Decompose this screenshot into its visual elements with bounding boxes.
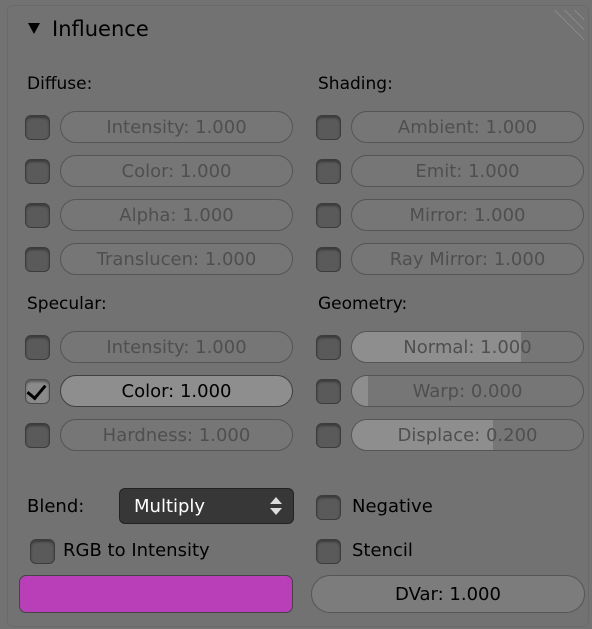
stencil-label: Stencil [352,540,413,561]
diffuse-alpha-field[interactable]: Alpha: 1.000 [60,199,293,231]
up-down-arrows-icon [269,497,283,515]
diffuse-alpha-value: Alpha: 1.000 [119,204,234,226]
geometry-normal-slider[interactable]: Normal: 1.000 [351,331,584,363]
drag-grip-icon[interactable] [552,10,584,42]
panel-title: Influence [52,17,149,41]
diffuse-intensity-field[interactable]: Intensity: 1.000 [60,111,293,143]
geometry-displace-checkbox[interactable] [316,423,341,448]
geometry-displace-slider[interactable]: Displace: 0.200 [351,419,584,451]
shading-ray-mirror-field[interactable]: Ray Mirror: 1.000 [351,243,584,275]
shading-ambient-value: Ambient: 1.000 [397,116,538,138]
specular-color-checkbox[interactable] [25,379,50,404]
specular-intensity-value: Intensity: 1.000 [106,336,247,358]
rgb-to-intensity-checkbox[interactable] [30,539,55,564]
geometry-warp-slider[interactable]: Warp: 0.000 [351,375,584,407]
blend-mode-select[interactable]: Multiply [119,488,294,524]
diffuse-color-field[interactable]: Color: 1.000 [60,155,293,187]
diffuse-intensity-checkbox[interactable] [25,115,50,140]
rgb-to-intensity-label: RGB to Intensity [63,540,210,561]
diffuse-translucency-checkbox[interactable] [25,247,50,272]
shading-ray-mirror-value: Ray Mirror: 1.000 [389,248,546,270]
geometry-label: Geometry: [318,294,408,314]
diffuse-intensity-value: Intensity: 1.000 [106,116,247,138]
shading-ambient-field[interactable]: Ambient: 1.000 [351,111,584,143]
diffuse-translucency-field[interactable]: Translucen: 1.000 [60,243,293,275]
shading-emit-checkbox[interactable] [316,159,341,184]
specular-hardness-field[interactable]: Hardness: 1.000 [60,419,293,451]
blend-mode-value: Multiply [134,495,206,517]
shading-mirror-value: Mirror: 1.000 [409,204,526,226]
panel-header[interactable]: Influence [8,6,588,52]
negative-label: Negative [352,496,433,517]
checkmark-icon [26,379,47,401]
specular-intensity-checkbox[interactable] [25,335,50,360]
stencil-checkbox[interactable] [316,539,341,564]
diffuse-color-value: Color: 1.000 [121,160,232,182]
specular-label: Specular: [27,294,107,314]
diffuse-translucency-value: Translucen: 1.000 [96,248,257,270]
shading-ray-mirror-checkbox[interactable] [316,247,341,272]
geometry-warp-checkbox[interactable] [316,379,341,404]
geometry-displace-value: Displace: 0.200 [397,424,538,446]
shading-emit-value: Emit: 1.000 [415,160,520,182]
shading-ambient-checkbox[interactable] [316,115,341,140]
specular-hardness-checkbox[interactable] [25,423,50,448]
diffuse-alpha-checkbox[interactable] [25,203,50,228]
color-swatch[interactable] [19,575,293,613]
specular-intensity-field[interactable]: Intensity: 1.000 [60,331,293,363]
influence-panel: Influence [7,5,589,627]
geometry-warp-value: Warp: 0.000 [412,380,523,402]
dvar-value: DVar: 1.000 [395,583,501,605]
specular-color-value: Color: 1.000 [121,380,232,402]
slider-fill [352,376,369,406]
negative-checkbox[interactable] [316,495,341,520]
dvar-field[interactable]: DVar: 1.000 [311,575,585,613]
geometry-normal-checkbox[interactable] [316,335,341,360]
specular-hardness-value: Hardness: 1.000 [102,424,251,446]
shading-mirror-checkbox[interactable] [316,203,341,228]
diffuse-color-checkbox[interactable] [25,159,50,184]
blend-label: Blend: [27,496,85,517]
shading-label: Shading: [318,74,393,94]
geometry-normal-value: Normal: 1.000 [403,336,532,358]
shading-mirror-field[interactable]: Mirror: 1.000 [351,199,584,231]
collapse-triangle-icon[interactable] [28,23,40,34]
shading-emit-field[interactable]: Emit: 1.000 [351,155,584,187]
diffuse-label: Diffuse: [27,74,93,94]
specular-color-field[interactable]: Color: 1.000 [60,375,293,407]
